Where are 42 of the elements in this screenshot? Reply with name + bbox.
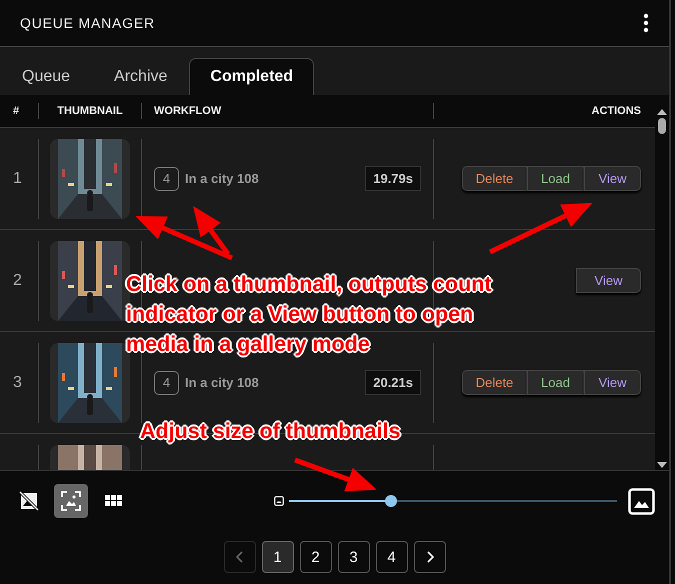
tab[interactable]: Completed — [189, 58, 314, 95]
action-button[interactable]: View — [584, 166, 641, 191]
scroll-down-icon[interactable] — [657, 462, 667, 468]
page-button[interactable]: 1 — [262, 541, 294, 573]
column-header: THUMBNAIL — [38, 103, 141, 119]
duration: 20.21s — [365, 370, 421, 395]
column-header: # — [12, 104, 20, 119]
thumbnail[interactable] — [50, 138, 130, 218]
more-options-icon[interactable] — [643, 13, 649, 33]
outputs-count[interactable]: 4 — [154, 166, 179, 190]
action-button[interactable]: Load — [527, 166, 584, 191]
scroll-up-icon[interactable] — [657, 109, 667, 115]
next-page-button[interactable] — [414, 541, 446, 573]
annotation-text: Click on a thumbnail, outputs count indicator or a View button to open media in a gallery mode — [126, 271, 492, 358]
panel-title: QUEUE MANAGER — [20, 15, 155, 31]
previous-page-button[interactable] — [224, 541, 256, 573]
scrollbar-thumb[interactable] — [658, 118, 666, 134]
row-number: 2 — [13, 272, 22, 290]
action-button[interactable]: View — [576, 268, 641, 293]
chevron-left-icon — [236, 551, 244, 563]
outputs-count[interactable]: 4 — [154, 370, 179, 394]
chevron-right-icon — [426, 551, 434, 563]
duration: 19.79s — [365, 166, 421, 191]
action-button[interactable]: Load — [527, 370, 584, 395]
large-image-icon — [628, 488, 655, 514]
column-header: WORKFLOW — [141, 103, 433, 119]
action-button[interactable]: Delete — [462, 166, 527, 191]
annotation-text: Adjust size of thumbnails — [140, 418, 400, 445]
tab[interactable]: Archive — [92, 58, 190, 95]
action-button[interactable]: View — [584, 370, 641, 395]
page-button[interactable]: 4 — [376, 541, 408, 573]
tab[interactable]: Queue — [0, 58, 92, 95]
column-header: ACTIONS — [433, 103, 655, 119]
image-view-icon[interactable] — [54, 484, 88, 518]
page-button[interactable]: 3 — [338, 541, 370, 573]
small-image-icon — [274, 496, 284, 506]
page-button[interactable]: 2 — [300, 541, 332, 573]
workflow-name: In a city 108 — [185, 375, 260, 390]
workflow-name: In a city 108 — [185, 171, 260, 186]
action-button[interactable]: Delete — [462, 370, 527, 395]
row-number: 1 — [13, 170, 22, 188]
row-number: 3 — [13, 374, 22, 392]
